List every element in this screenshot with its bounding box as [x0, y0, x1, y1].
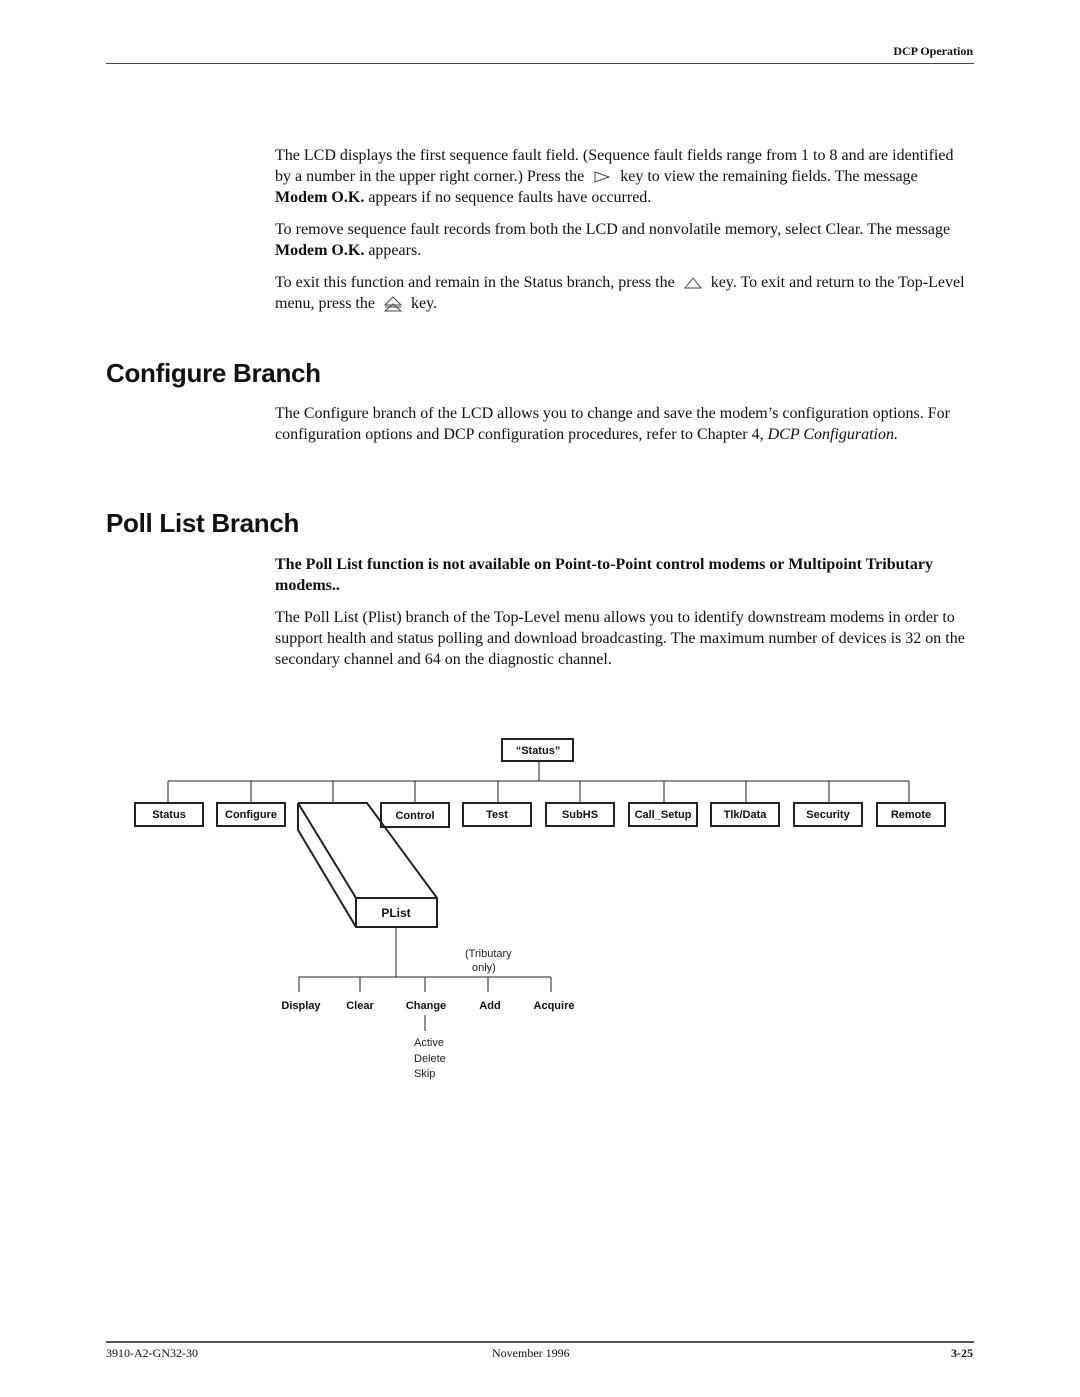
document-number: 3910-A2-GN32-30	[106, 1346, 198, 1360]
plist-child-label: Acquire	[534, 1000, 575, 1012]
tributary-note: only)	[472, 962, 496, 974]
menu-label: Call_Setup	[635, 809, 692, 821]
menu-label: Control	[395, 810, 434, 822]
plist-child-label: Change	[406, 1000, 446, 1012]
change-option: Skip	[414, 1068, 435, 1080]
plist-label: PList	[381, 906, 410, 920]
menu-label: Security	[806, 809, 850, 821]
footer-rule	[106, 1341, 974, 1343]
menu-label: Status	[152, 809, 186, 821]
page-number: 3-25	[951, 1346, 973, 1360]
change-option: Delete	[414, 1053, 446, 1065]
change-option: Active	[414, 1037, 444, 1049]
menu-label: SubHS	[562, 809, 598, 821]
plist-child-label: Add	[479, 1000, 500, 1012]
menu-label: Test	[486, 809, 508, 821]
menu-label: Tlk/Data	[724, 809, 768, 821]
plist-child-label: Clear	[346, 1000, 374, 1012]
menu-label: Configure	[225, 809, 277, 821]
plist-child-label: Display	[281, 1000, 321, 1012]
menu-label: Remote	[891, 809, 931, 821]
root-status-label: “Status”	[516, 745, 561, 757]
tributary-note: (Tributary	[465, 948, 512, 960]
menu-tree-diagram: “Status” Status Configure Control Test S…	[134, 738, 946, 1080]
publication-date: November 1996	[492, 1346, 570, 1360]
